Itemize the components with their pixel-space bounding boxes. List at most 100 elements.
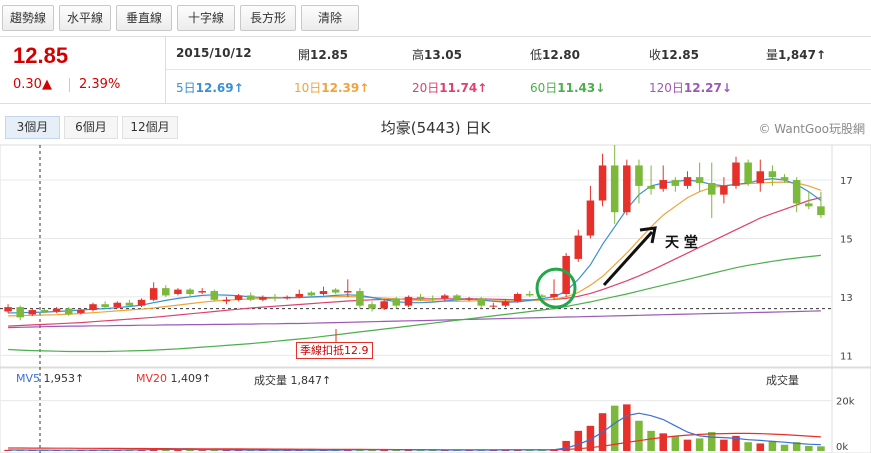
candle-7	[89, 302, 97, 312]
candle-body-36	[441, 295, 449, 299]
volume-bar-62	[756, 443, 765, 451]
volume-bar-64	[780, 444, 789, 451]
volume-bar-53	[647, 430, 655, 451]
candle-30	[368, 301, 376, 312]
vol-tick-0k: 0k	[836, 442, 848, 453]
candle-body-23	[283, 296, 291, 299]
candle-body-7	[89, 304, 97, 311]
candle-57	[695, 162, 704, 192]
candle-59	[720, 177, 728, 204]
candle-body-61	[744, 162, 752, 183]
candle-51	[623, 159, 631, 216]
volume-bar-59	[720, 439, 728, 451]
volume-bars	[4, 404, 825, 451]
candle-14	[174, 288, 182, 296]
candle-body-53	[647, 185, 655, 189]
volume-bar-15	[186, 449, 194, 451]
candle-body-66	[805, 203, 813, 207]
candle-58	[707, 162, 716, 219]
volume-bar-66	[805, 445, 813, 451]
vol-legend-mv5: MV5 1,953↑	[16, 372, 85, 385]
candle-48	[586, 185, 595, 239]
vol-legend-mv20: MV20 1,409↑	[136, 372, 212, 385]
candle-body-43	[525, 293, 534, 296]
candle-56	[683, 171, 692, 189]
candle-body-9	[113, 302, 122, 308]
volume-bar-52	[635, 420, 643, 451]
heaven-annotation: 天 堂	[665, 235, 698, 251]
candle-body-17	[210, 291, 219, 300]
candle-23	[283, 295, 291, 300]
candle-13	[162, 285, 170, 297]
candlestick-chart: 11 13 15 17 20k 0k	[0, 144, 871, 453]
candle-body-14	[174, 289, 182, 294]
candle-20	[246, 292, 255, 302]
candle-body-65	[792, 180, 801, 204]
candle-body-34	[416, 296, 425, 299]
candle-50	[610, 145, 619, 224]
volume-bar-51	[623, 404, 631, 451]
candles	[4, 145, 825, 321]
candle-body-33	[404, 296, 413, 306]
candle-body-47	[574, 235, 583, 259]
candle-body-13	[162, 288, 170, 296]
volume-bar-55	[671, 435, 680, 451]
candle-body-31	[380, 301, 388, 309]
arrow-shaft	[602, 230, 654, 287]
candle-body-39	[477, 298, 485, 306]
candle-body-22	[271, 296, 279, 299]
candle-body-10	[125, 302, 134, 306]
candle-43	[525, 291, 534, 297]
candle-body-37	[453, 295, 461, 300]
candle-65	[792, 177, 801, 213]
candle-body-59	[720, 185, 728, 195]
vol-axis-title: 成交量	[766, 374, 799, 387]
candle-body-26	[319, 291, 328, 294]
candle-body-18	[222, 299, 231, 302]
candle-body-50	[610, 165, 619, 213]
candle-body-24	[295, 293, 304, 297]
candle-1	[16, 305, 24, 321]
candle-45	[550, 279, 558, 300]
ma5-line	[8, 177, 822, 314]
volume-bar-57	[695, 438, 704, 451]
candle-29	[356, 288, 364, 309]
candle-60	[732, 156, 740, 189]
price-axis: 11 13 15 17 20k 0k	[836, 176, 855, 453]
candle-body-45	[550, 293, 558, 297]
candle-16	[198, 288, 206, 294]
candle-body-56	[683, 177, 692, 186]
candle-body-11	[137, 299, 146, 306]
candle-49	[598, 153, 607, 207]
candle-body-1	[16, 307, 24, 318]
candle-body-16	[198, 291, 206, 293]
y-tick-13: 13	[840, 293, 853, 304]
candle-body-55	[671, 180, 680, 186]
candle-61	[744, 159, 752, 186]
candle-body-2	[28, 310, 37, 315]
candle-body-41	[501, 301, 510, 306]
candle-body-28	[344, 291, 352, 293]
volume-bar-67	[817, 446, 825, 451]
candle-body-42	[513, 293, 522, 302]
candle-body-12	[149, 288, 158, 300]
candle-67	[817, 191, 825, 219]
candle-62	[756, 159, 765, 192]
ma60-offset-callout: 季線扣抵12.9	[296, 342, 373, 359]
candle-body-30	[368, 304, 376, 309]
candle-55	[671, 177, 680, 192]
y-tick-11: 11	[840, 351, 853, 362]
candle-33	[404, 295, 413, 308]
candle-body-38	[465, 298, 473, 300]
volume-bar-63	[768, 440, 777, 451]
candle-body-20	[246, 295, 255, 300]
candle-body-67	[817, 206, 825, 216]
candle-25	[307, 291, 316, 297]
candle-body-57	[695, 177, 704, 183]
candle-body-58	[707, 182, 716, 195]
volume-bar-56	[683, 439, 692, 451]
candle-body-40	[489, 305, 498, 307]
annotations	[335, 226, 657, 342]
candle-body-51	[623, 165, 631, 213]
y-tick-15: 15	[840, 234, 853, 245]
